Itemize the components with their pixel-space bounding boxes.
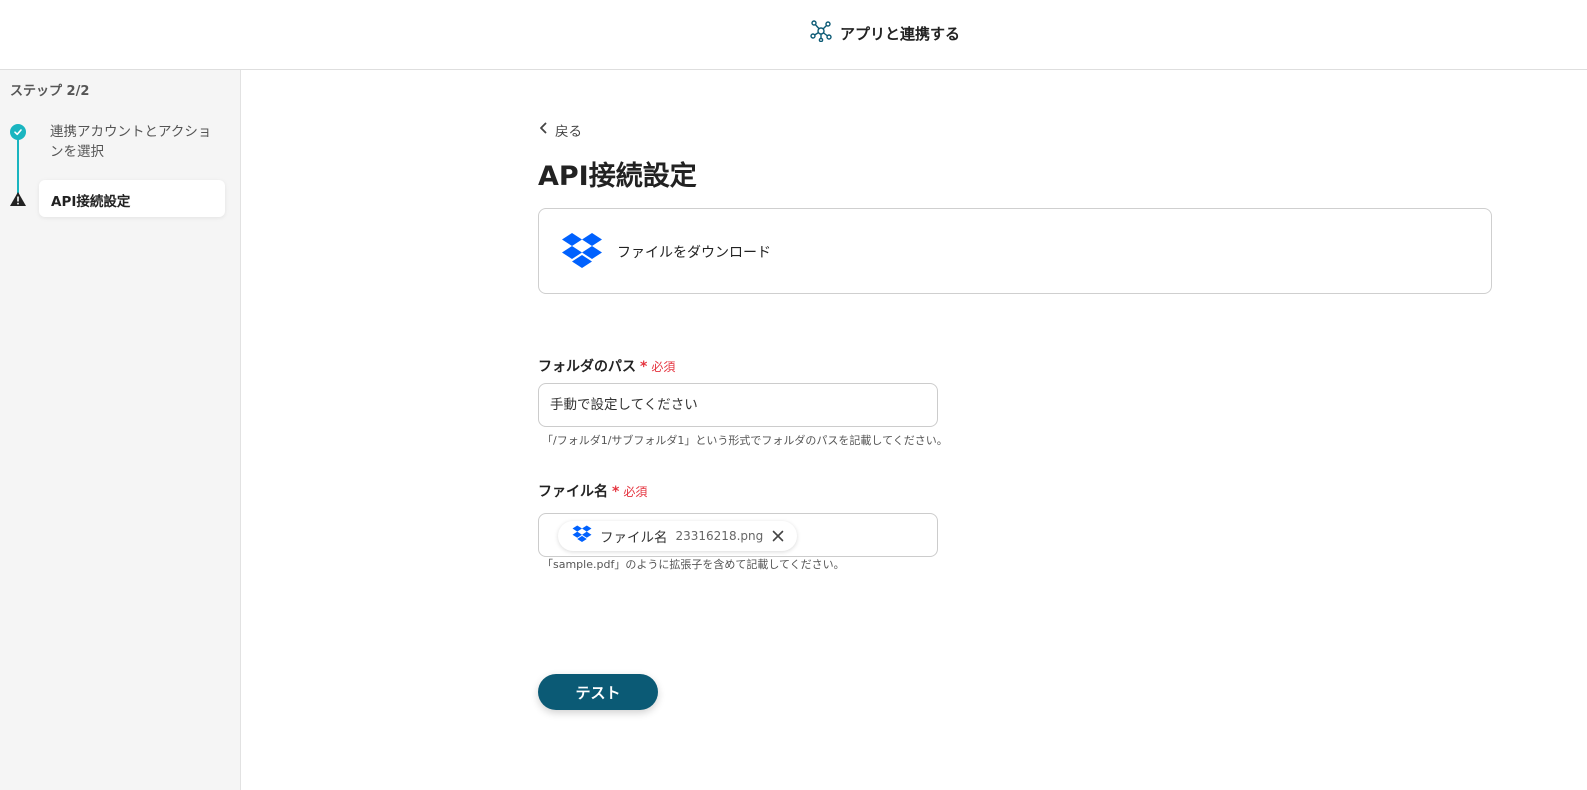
sidebar-step-api-settings[interactable]: API接続設定 bbox=[39, 180, 225, 217]
close-icon[interactable] bbox=[771, 529, 785, 543]
sidebar-step-label: API接続設定 bbox=[51, 194, 131, 210]
file-name-chip[interactable]: ファイル名 23316218.png bbox=[558, 521, 798, 551]
header-title: アプリと連携する bbox=[840, 24, 961, 43]
step-connector-line bbox=[17, 132, 19, 196]
required-text: 必須 bbox=[623, 485, 648, 499]
file-name-label: ファイル名 * 必須 bbox=[538, 481, 647, 501]
file-name-hint: 「sample.pdf」のように拡張子を含めて記載してください。 bbox=[542, 558, 845, 571]
folder-path-input[interactable] bbox=[538, 383, 938, 427]
back-link[interactable]: 戻る bbox=[539, 120, 582, 140]
dropbox-icon bbox=[572, 525, 592, 547]
chip-label: ファイル名 bbox=[600, 530, 668, 546]
action-card: ファイルをダウンロード bbox=[538, 208, 1492, 294]
folder-path-label-text: フォルダのパス bbox=[538, 359, 636, 375]
required-text: 必須 bbox=[651, 360, 676, 374]
header-title-group: アプリと連携する bbox=[810, 20, 960, 46]
file-name-label-text: ファイル名 bbox=[538, 484, 608, 500]
check-circle-icon bbox=[10, 124, 26, 140]
required-mark: * bbox=[612, 484, 620, 500]
chip-value: 23316218.png bbox=[675, 529, 764, 543]
test-button[interactable]: テスト bbox=[538, 674, 658, 710]
step-count: ステップ 2/2 bbox=[10, 84, 90, 99]
sidebar: ステップ 2/2 連携アカウントとアクションを選択 API接続設定 bbox=[0, 70, 241, 790]
app-connect-icon bbox=[810, 20, 832, 46]
sidebar-step-select-account[interactable]: 連携アカウントとアクションを選択 bbox=[50, 122, 220, 162]
page-title: API接続設定 bbox=[538, 161, 697, 192]
file-name-input[interactable]: ファイル名 23316218.png bbox=[538, 513, 938, 557]
dropbox-icon bbox=[561, 232, 603, 270]
action-label: ファイルをダウンロード bbox=[617, 245, 771, 261]
folder-path-label: フォルダのパス * 必須 bbox=[538, 356, 675, 376]
required-mark: * bbox=[640, 359, 648, 375]
folder-path-hint: 「/フォルダ1/サブフォルダ1」という形式でフォルダのパスを記載してください。 bbox=[542, 434, 948, 447]
header: アプリと連携する bbox=[0, 0, 1587, 70]
main-content: 戻る API接続設定 ファイルをダウンロード フォルダのパス * 必須 「/フォ… bbox=[241, 70, 1587, 790]
warning-icon bbox=[9, 191, 27, 207]
back-label: 戻る bbox=[555, 124, 582, 140]
chevron-left-icon bbox=[539, 122, 547, 138]
